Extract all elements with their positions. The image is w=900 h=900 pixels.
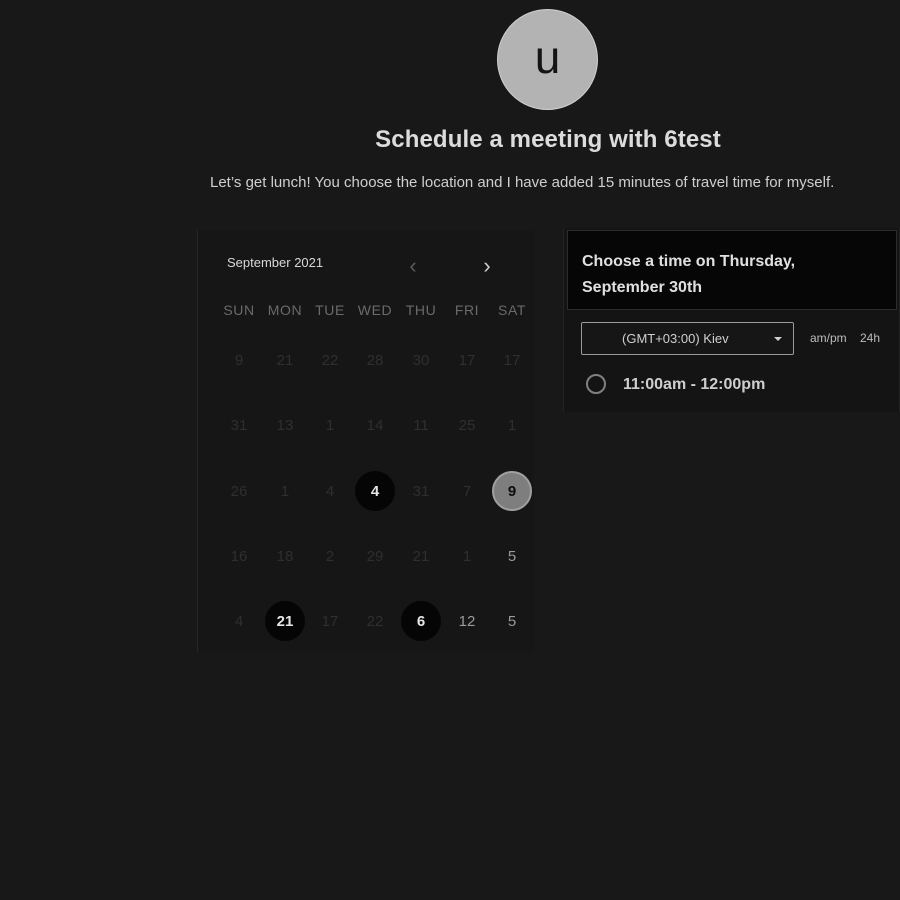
calendar-day: 25 [458, 416, 476, 434]
selected-date-heading: Choose a time on Thursday, September 30t… [582, 253, 796, 296]
calendar-day: 21 [412, 547, 430, 565]
weekday-header: SUN [223, 302, 255, 318]
month-label: September 2021 [227, 255, 324, 270]
calendar-day: 12 [458, 612, 476, 630]
calendar-day: 29 [366, 547, 384, 565]
calendar-day[interactable]: 4 [355, 471, 395, 511]
calendar-day: 16 [230, 547, 248, 565]
calendar-day: 26 [230, 482, 248, 500]
weekday-header: TUE [315, 302, 345, 318]
weekday-header: SAT [498, 302, 526, 318]
calendar-day: 1 [280, 482, 290, 500]
calendar-day: 18 [276, 547, 294, 565]
calendar-day: 28 [366, 351, 384, 369]
calendar-day: 9 [234, 351, 244, 369]
format-24h-toggle[interactable]: 24h [860, 331, 880, 345]
calendar-day-selected[interactable]: 9 [492, 471, 532, 511]
calendar-day: 1 [507, 416, 517, 434]
calendar-day: 1 [325, 416, 335, 434]
calendar-day: 1 [462, 547, 472, 565]
caret-down-icon [774, 337, 782, 341]
calendar-day: 31 [412, 482, 430, 500]
weekday-header: FRI [454, 302, 480, 318]
chevron-right-icon[interactable]: › [477, 255, 497, 277]
calendar-day[interactable]: 21 [265, 601, 305, 641]
calendar-day: 17 [458, 351, 476, 369]
page-subtitle: Let’s get lunch! You choose the location… [210, 174, 835, 191]
calendar-day: 22 [321, 351, 339, 369]
calendar-day: 22 [366, 612, 384, 630]
scheduling-page: u Schedule a meeting with 6test Let’s ge… [0, 0, 900, 900]
timezone-value: (GMT+03:00) Kiev [622, 331, 729, 346]
avatar: u [497, 9, 598, 110]
timezone-select[interactable]: (GMT+03:00) Kiev [581, 322, 794, 355]
calendar-day: 4 [325, 482, 335, 500]
calendar-day: 14 [366, 416, 384, 434]
calendar-day: 5 [507, 612, 517, 630]
calendar-day: 30 [412, 351, 430, 369]
time-slot[interactable]: 11:00am - 12:00pm [584, 372, 884, 400]
calendar: September 2021 ‹ › SUN MON TUE WED THU FRI SAT… [197, 230, 534, 652]
calendar-day: 7 [462, 482, 472, 500]
time-panel: Choose a time on Thursday, September 30t… [563, 228, 900, 412]
calendar-day: 2 [325, 547, 335, 565]
calendar-day: 17 [321, 612, 339, 630]
time-slot-label: 11:00am - 12:00pm [623, 376, 766, 393]
chevron-left-icon[interactable]: ‹ [403, 255, 423, 277]
calendar-day: 13 [276, 416, 294, 434]
calendar-day: 11 [413, 416, 429, 434]
weekday-header: WED [357, 302, 393, 318]
calendar-day: 31 [230, 416, 248, 434]
calendar-day: 17 [503, 351, 521, 369]
calendar-day: 4 [234, 612, 244, 630]
calendar-day: 21 [276, 351, 294, 369]
calendar-day: 5 [507, 547, 517, 565]
weekday-header: MON [267, 302, 303, 318]
weekday-header: THU [405, 302, 437, 318]
radio-icon[interactable] [586, 374, 606, 394]
page-title: Schedule a meeting with 6test [375, 126, 721, 153]
calendar-day[interactable]: 6 [401, 601, 441, 641]
avatar-letter: u [534, 30, 561, 83]
selected-date-header: Choose a time on Thursday, September 30t… [567, 230, 897, 310]
format-ampm-toggle[interactable]: am/pm [810, 331, 847, 345]
